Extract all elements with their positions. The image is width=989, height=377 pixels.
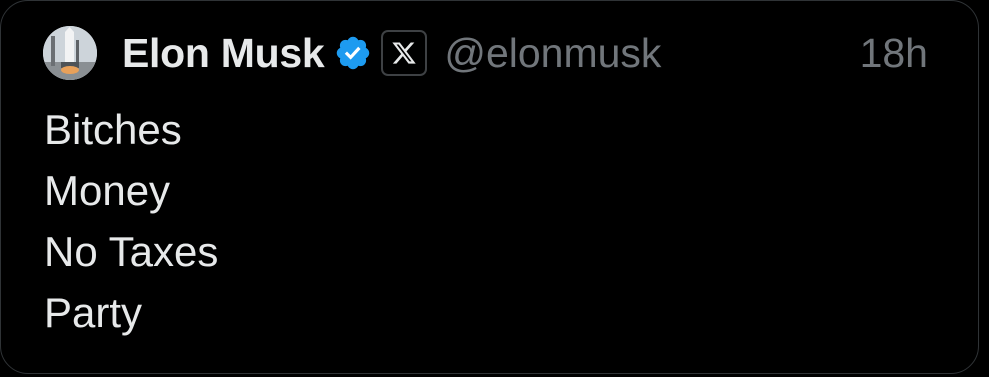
tweet-card[interactable]: Elon Musk @elonmusk 18h Bitches Money No…: [0, 0, 979, 374]
tweet-text-line: No Taxes: [44, 228, 219, 275]
tweet-text-line: Bitches: [44, 106, 182, 153]
x-logo-icon[interactable]: [381, 30, 428, 76]
x-logo-glyph-icon: [392, 42, 417, 64]
tweet-text-line: Party: [44, 289, 143, 336]
rocket-launch-avatar-icon: [43, 26, 97, 80]
tweet-text-line: Money: [44, 167, 171, 214]
tweet-timestamp[interactable]: 18h: [860, 30, 928, 77]
tweet-header: Elon Musk @elonmusk 18h: [43, 25, 928, 81]
tweet-text: Bitches Money No Taxes Party: [44, 99, 928, 343]
verified-badge-icon[interactable]: [334, 34, 372, 72]
author-handle[interactable]: @elonmusk: [444, 30, 661, 77]
author-name[interactable]: Elon Musk: [122, 30, 325, 77]
avatar[interactable]: [43, 26, 97, 80]
